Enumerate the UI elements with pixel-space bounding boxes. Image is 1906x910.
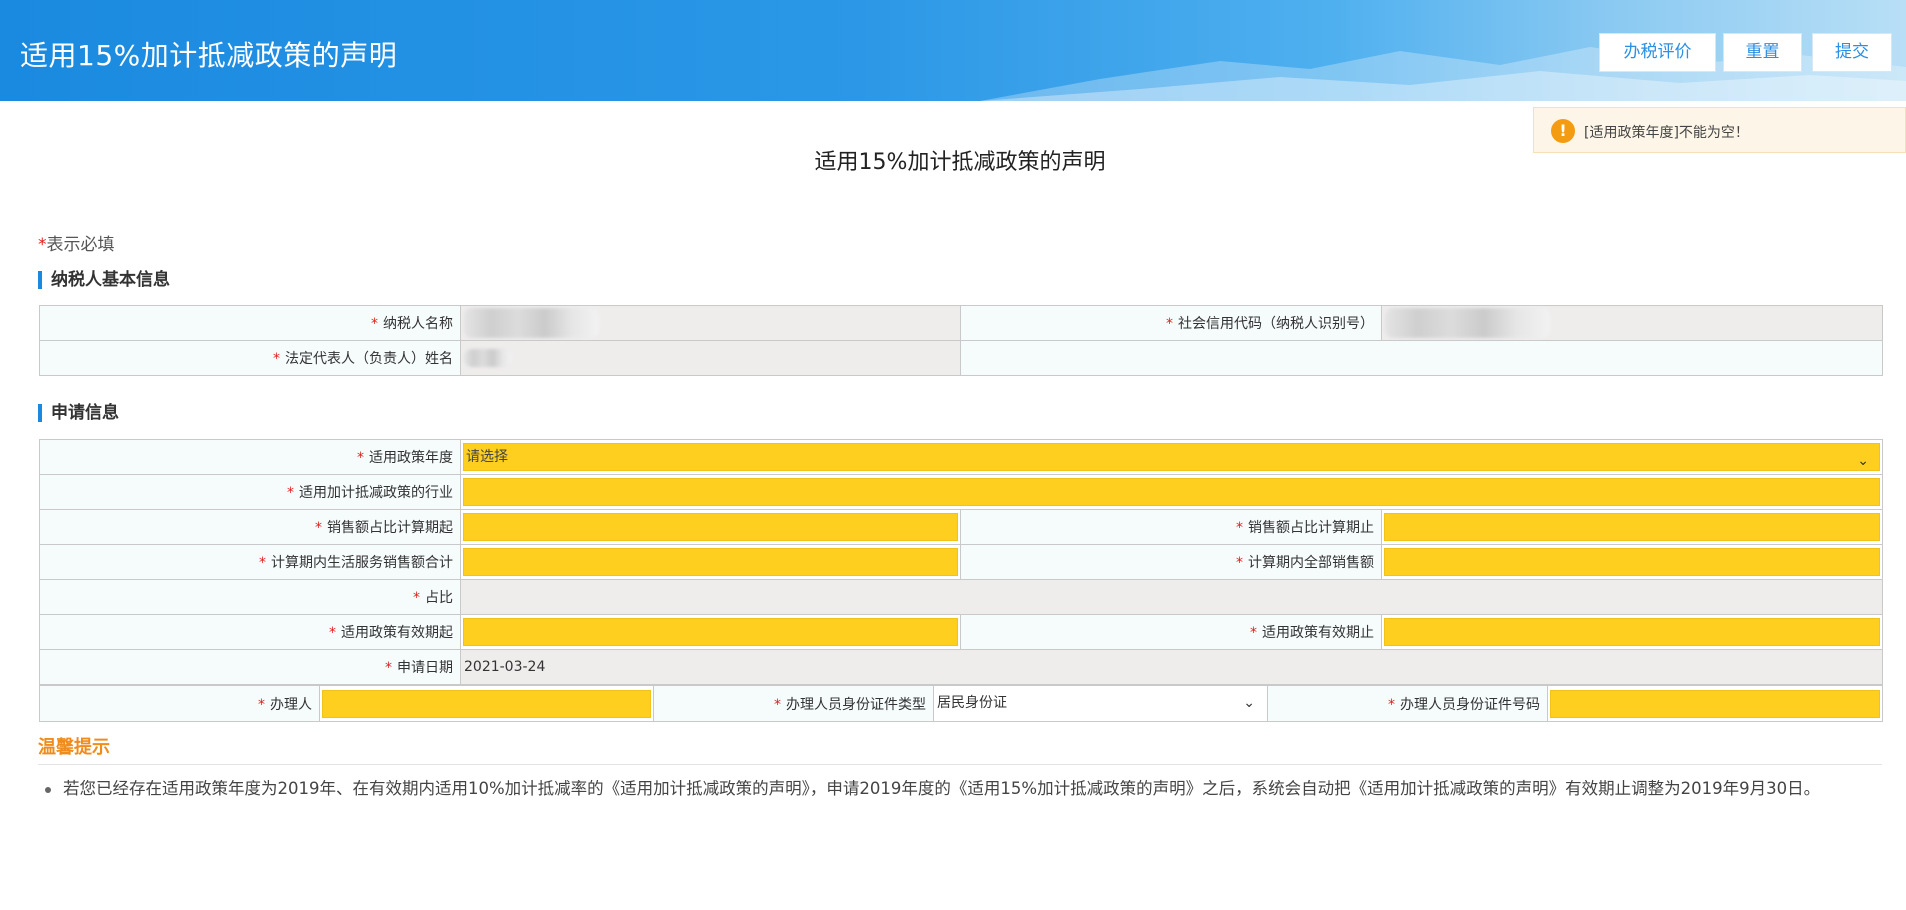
total-sales-label: * 计算期内全部销售额 (960, 544, 1382, 580)
life-service-sales-label: * 计算期内生活服务销售额合计 (39, 544, 461, 580)
table-row: * 申请日期 2021-03-24 (39, 649, 1883, 685)
credit-code-value (1381, 305, 1883, 341)
table-row: * 法定代表人（负责人）姓名 (39, 340, 1883, 376)
required-note: *表示必填 (38, 230, 115, 255)
life-service-sales-input[interactable] (463, 548, 958, 576)
basic-info-table: * 纳税人名称 * 社会信用代码（纳税人识别号） * 法定代表人（负责人）姓名 (39, 305, 1883, 376)
tips-text: 若您已经存在适用政策年度为2019年、在有效期内适用10%加计抵减率的《适用加计… (63, 779, 1821, 798)
tips-divider (38, 764, 1882, 765)
redacted-value (464, 349, 512, 367)
taxpayer-name-label: * 纳税人名称 (39, 305, 461, 341)
id-type-label: * 办理人员身份证件类型 (653, 685, 934, 722)
table-row: * 适用政策年度 请选择 ⌄ (39, 439, 1883, 475)
reset-button[interactable]: 重置 (1723, 33, 1802, 72)
page-header: 适用15%加计抵减政策的声明 办税评价 重置 提交 (0, 0, 1906, 101)
id-type-cell: 居民身份证 ⌄ (933, 685, 1268, 722)
ratio-value (460, 579, 1883, 615)
industry-label: * 适用加计抵减政策的行业 (39, 474, 461, 510)
valid-end-input[interactable] (1384, 618, 1880, 646)
section-title-basic: 纳税人基本信息 (38, 271, 170, 289)
required-note-text: 表示必填 (46, 235, 115, 255)
redacted-value (464, 308, 599, 338)
id-number-input[interactable] (1550, 689, 1880, 718)
handler-input[interactable] (322, 689, 651, 718)
valid-start-input[interactable] (463, 618, 958, 646)
apply-date-label: * 申请日期 (39, 649, 461, 685)
industry-input[interactable] (463, 478, 1880, 506)
sales-start-input[interactable] (463, 513, 958, 541)
valid-start-label: * 适用政策有效期起 (39, 614, 461, 650)
legal-rep-label: * 法定代表人（负责人）姓名 (39, 340, 461, 376)
id-number-cell (1547, 685, 1883, 722)
taxpayer-name-value (460, 305, 961, 341)
document-title: 适用15%加计抵减政策的声明 (814, 150, 1106, 175)
industry-cell (460, 474, 1883, 510)
sales-end-input[interactable] (1384, 513, 1880, 541)
table-row: * 适用加计抵减政策的行业 (39, 474, 1883, 510)
policy-year-cell: 请选择 ⌄ (460, 439, 1883, 475)
ratio-label: * 占比 (39, 579, 461, 615)
valid-start-cell (460, 614, 961, 650)
legal-rep-value (460, 340, 961, 376)
table-row: * 办理人 * 办理人员身份证件类型 居民身份证 ⌄ * 办理人员身份证件号码 (39, 685, 1883, 722)
total-sales-input[interactable] (1384, 548, 1880, 576)
evaluate-button[interactable]: 办税评价 (1599, 33, 1716, 72)
required-star: * (38, 235, 47, 255)
sales-start-label: * 销售额占比计算期起 (39, 509, 461, 545)
table-row: * 占比 (39, 579, 1883, 615)
redacted-value (1385, 308, 1550, 338)
table-row: * 销售额占比计算期起 * 销售额占比计算期止 (39, 509, 1883, 545)
id-number-label: * 办理人员身份证件号码 (1267, 685, 1548, 722)
handler-cell (319, 685, 654, 722)
policy-year-select[interactable]: 请选择 ⌄ (463, 443, 1880, 471)
credit-code-label: * 社会信用代码（纳税人识别号） (960, 305, 1382, 341)
table-row: * 纳税人名称 * 社会信用代码（纳税人识别号） (39, 305, 1883, 341)
sales-end-cell (1381, 509, 1883, 545)
id-type-select[interactable]: 居民身份证 ⌄ (934, 686, 1267, 721)
submit-button[interactable]: 提交 (1812, 33, 1892, 72)
apply-date-value: 2021-03-24 (460, 649, 1883, 685)
exclamation-icon: ! (1551, 119, 1575, 143)
table-row: * 计算期内生活服务销售额合计 * 计算期内全部销售额 (39, 544, 1883, 580)
apply-info-table: * 适用政策年度 请选择 ⌄ * 适用加计抵减政策的行业 * 销售额占比计算期起 * 销售… (39, 439, 1883, 685)
sales-start-cell (460, 509, 961, 545)
valid-end-label: * 适用政策有效期止 (960, 614, 1382, 650)
section-title-apply: 申请信息 (38, 404, 119, 422)
toast-message: [适用政策年度]不能为空！ (1584, 125, 1749, 141)
tips-title: 温馨提示 (38, 737, 110, 758)
total-sales-cell (1381, 544, 1883, 580)
empty-cell (960, 340, 1883, 376)
handler-table: * 办理人 * 办理人员身份证件类型 居民身份证 ⌄ * 办理人员身份证件号码 (39, 685, 1883, 722)
handler-label: * 办理人 (39, 685, 320, 722)
valid-end-cell (1381, 614, 1883, 650)
policy-year-label: * 适用政策年度 (39, 439, 461, 475)
table-row: * 适用政策有效期起 * 适用政策有效期止 (39, 614, 1883, 650)
sales-end-label: * 销售额占比计算期止 (960, 509, 1382, 545)
bullet-icon (45, 787, 51, 793)
chevron-down-icon: ⌄ (1243, 695, 1255, 711)
chevron-down-icon: ⌄ (1857, 453, 1869, 469)
page-title: 适用15%加计抵减政策的声明 (20, 39, 398, 72)
life-service-sales-cell (460, 544, 961, 580)
